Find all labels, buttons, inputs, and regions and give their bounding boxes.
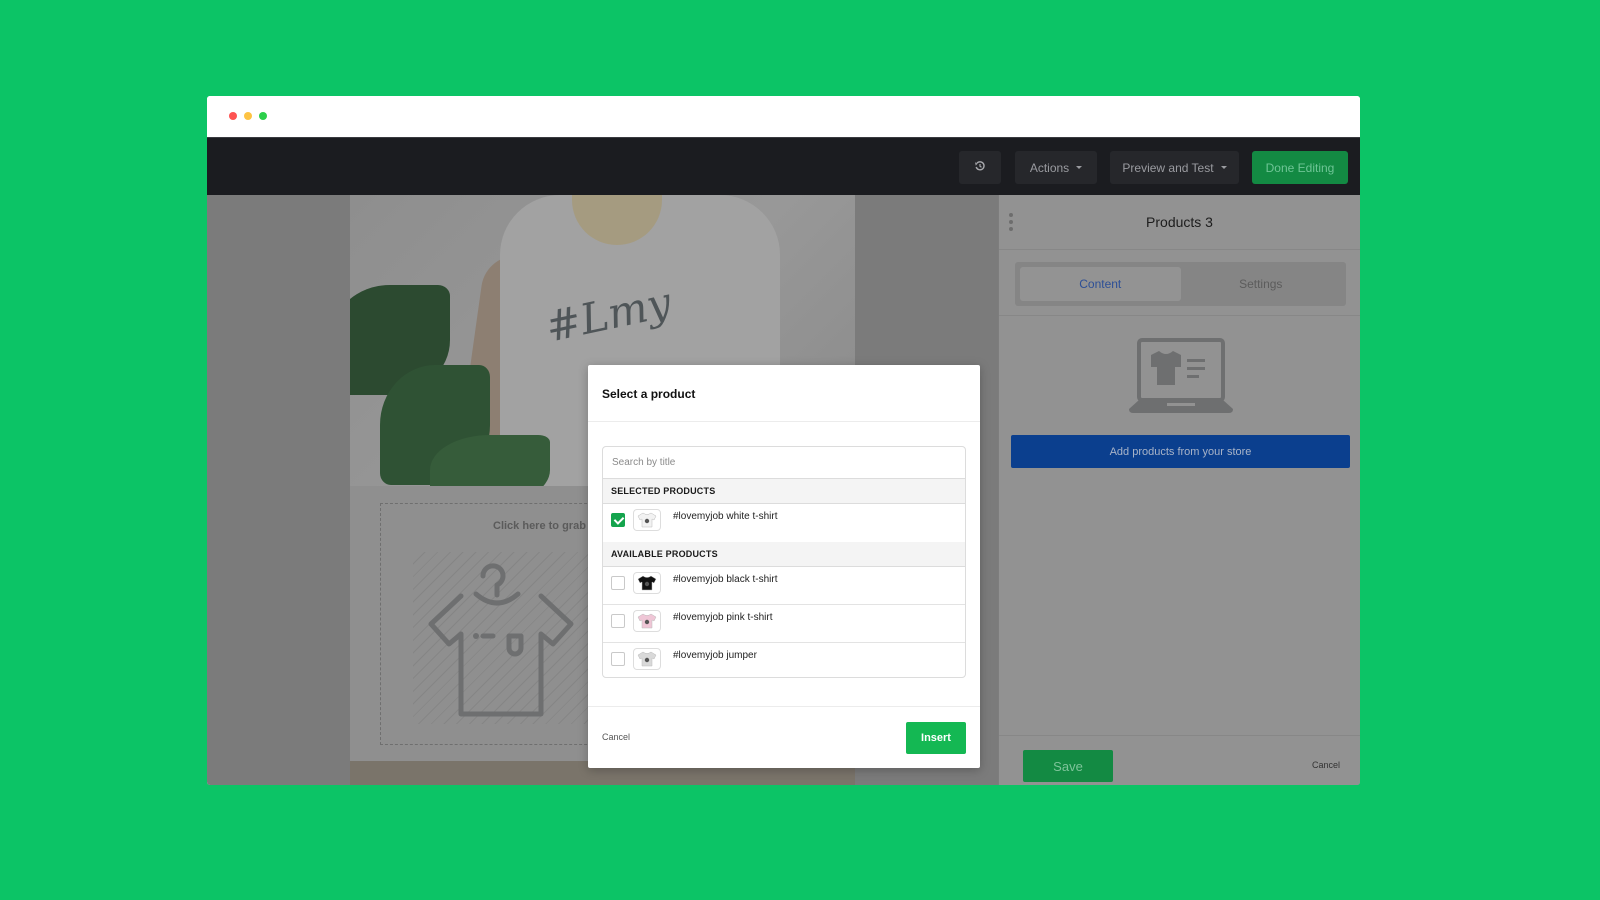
- cancel-button[interactable]: Cancel: [602, 732, 630, 742]
- product-name: #lovemyjob white t-shirt: [673, 511, 778, 522]
- maximize-window-button[interactable]: [259, 112, 267, 120]
- selected-products-header: SELECTED PRODUCTS: [603, 479, 965, 504]
- panel-cancel-link[interactable]: Cancel: [1312, 760, 1340, 770]
- laptop-product-icon: [1129, 337, 1233, 422]
- product-row[interactable]: #lovemyjob black t-shirt: [603, 567, 965, 605]
- product-checkbox[interactable]: [611, 652, 625, 666]
- window-titlebar: [207, 96, 1360, 137]
- product-checkbox[interactable]: [611, 576, 625, 590]
- insert-button[interactable]: Insert: [906, 722, 966, 754]
- product-picker: SELECTED PRODUCTS #lovemyjob white t-shi…: [602, 446, 966, 678]
- panel-tabs: Content Settings: [1015, 262, 1346, 306]
- panel-title: Products 3: [1146, 214, 1213, 230]
- product-checkbox[interactable]: [611, 513, 625, 527]
- product-thumbnail: [633, 610, 661, 632]
- preview-label: Preview and Test: [1122, 160, 1214, 175]
- product-name: #lovemyjob jumper: [673, 650, 757, 661]
- close-window-button[interactable]: [229, 112, 237, 120]
- minimize-window-button[interactable]: [244, 112, 252, 120]
- divider: [588, 421, 980, 422]
- product-thumbnail: [633, 572, 661, 594]
- available-products-header: AVAILABLE PRODUCTS: [603, 542, 965, 567]
- editor-workspace: #Lmy Click here to grab a Products 3 Con…: [207, 195, 1360, 785]
- product-row[interactable]: #lovemyjob white t-shirt: [603, 504, 965, 542]
- caret-down-icon: [1076, 166, 1083, 169]
- select-product-modal: Select a product SELECTED PRODUCTS #love…: [588, 365, 980, 768]
- history-icon: [974, 160, 986, 175]
- available-products-list: #lovemyjob black t-shirt #lovemyjob pink …: [603, 567, 965, 677]
- product-checkbox[interactable]: [611, 614, 625, 628]
- done-editing-button[interactable]: Done Editing: [1252, 151, 1348, 184]
- editor-toolbar: Actions Preview and Test Done Editing: [207, 137, 1360, 195]
- product-name: #lovemyjob pink t-shirt: [673, 612, 773, 623]
- actions-label: Actions: [1029, 160, 1070, 175]
- search-input[interactable]: [612, 457, 965, 468]
- tab-content[interactable]: Content: [1020, 267, 1181, 301]
- product-thumbnail: [633, 648, 661, 670]
- save-button[interactable]: Save: [1023, 750, 1113, 782]
- selected-products-list: #lovemyjob white t-shirt: [603, 504, 965, 542]
- divider: [588, 706, 980, 707]
- panel-header: Products 3: [999, 195, 1360, 250]
- actions-dropdown[interactable]: Actions: [1015, 151, 1097, 184]
- product-row[interactable]: #lovemyjob jumper: [603, 643, 965, 677]
- tshirt-hanger-icon: [421, 554, 581, 729]
- history-button[interactable]: [959, 151, 1001, 184]
- tab-settings[interactable]: Settings: [1181, 267, 1342, 301]
- preview-and-test-dropdown[interactable]: Preview and Test: [1110, 151, 1239, 184]
- add-products-button[interactable]: Add products from your store: [1011, 435, 1350, 468]
- properties-panel: Products 3 Content Settings Add products: [998, 195, 1360, 785]
- divider: [999, 315, 1360, 316]
- product-name: #lovemyjob black t-shirt: [673, 574, 778, 585]
- search-field: [603, 447, 965, 479]
- caret-down-icon: [1220, 166, 1227, 169]
- product-row[interactable]: #lovemyjob pink t-shirt: [603, 605, 965, 643]
- product-thumbnail: [633, 509, 661, 531]
- browser-window: Actions Preview and Test Done Editing #L…: [207, 96, 1360, 785]
- divider: [999, 735, 1360, 736]
- dropzone-text: Click here to grab a: [493, 520, 596, 532]
- modal-title: Select a product: [602, 387, 696, 401]
